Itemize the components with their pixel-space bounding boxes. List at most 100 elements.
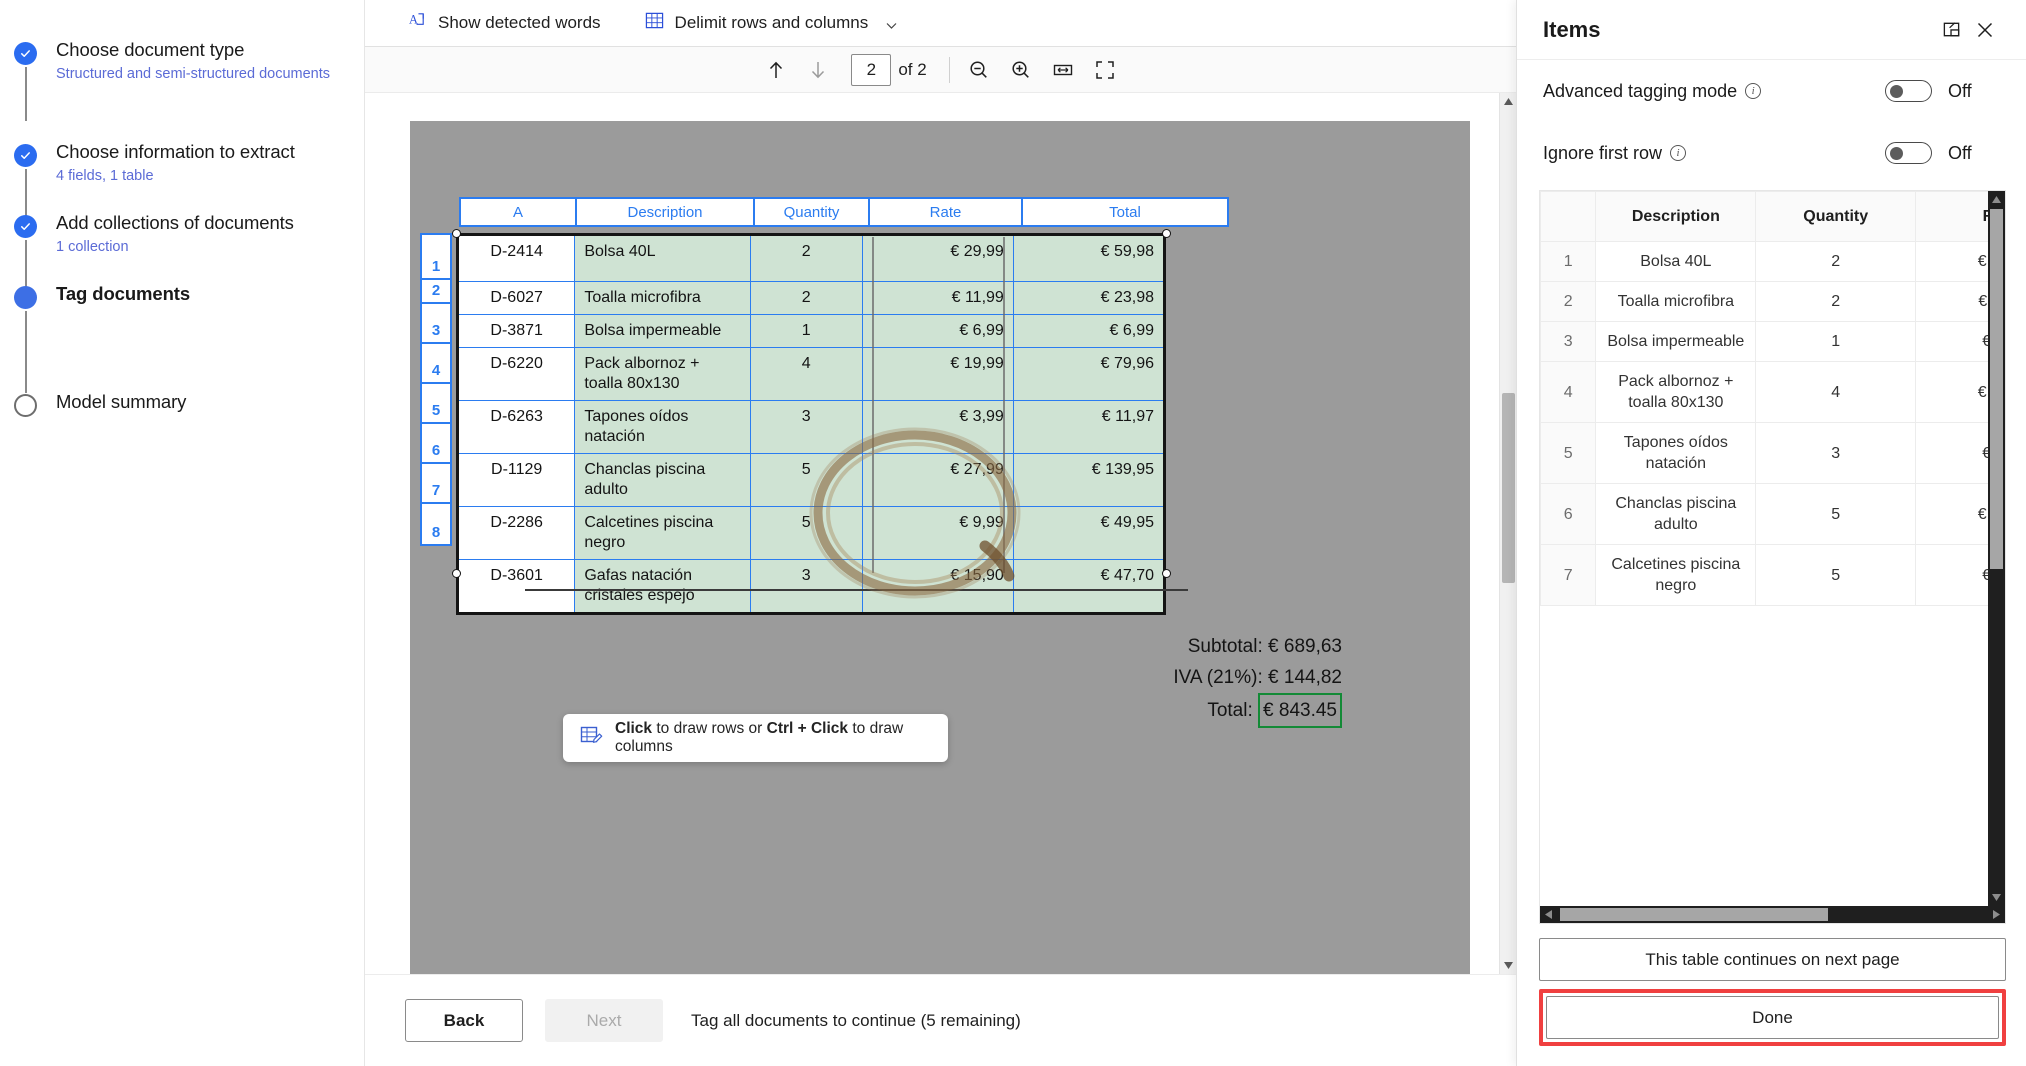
viewer-vertical-scrollbar[interactable] <box>1499 93 1516 974</box>
items-grid-scrollport[interactable]: Description Quantity Rat 1 Bolsa 40L 2 €… <box>1540 191 1988 906</box>
sidebar-step-choose-information-to-extract[interactable]: Choose information to extract 4 fields, … <box>0 140 364 187</box>
grid-cell-description[interactable]: Calcetines piscina negro <box>1596 545 1756 606</box>
table-row[interactable]: D-6263 Tapones oídos natación 3 € 3,99 €… <box>458 401 1165 454</box>
grid-cell-description[interactable]: Tapones oídos natación <box>1596 423 1756 484</box>
grid-cell-description[interactable]: Bolsa 40L <box>1596 242 1756 282</box>
table-resize-handle-bottom-left[interactable] <box>452 569 461 578</box>
cell-description[interactable]: Toalla microfibra <box>575 282 750 315</box>
cell-quantity[interactable]: 4 <box>750 348 862 401</box>
cell-total[interactable]: € 49,95 <box>1013 507 1164 560</box>
table-row[interactable]: D-3871 Bolsa impermeable 1 € 6,99 € 6,99 <box>458 315 1165 348</box>
cell-total[interactable]: € 11,97 <box>1013 401 1164 454</box>
table-row[interactable]: D-3601 Gafas natación cristales espejo 3… <box>458 560 1165 614</box>
cell-total[interactable]: € 47,70 <box>1013 560 1164 614</box>
table-row[interactable]: D-2414 Bolsa 40L 2 € 29,99 € 59,98 <box>458 235 1165 282</box>
table-resize-handle-bottom-right[interactable] <box>1162 569 1171 578</box>
items-grid-vertical-scrollbar[interactable] <box>1988 191 2005 906</box>
grid-scroll-left-arrow-icon[interactable] <box>1540 906 1557 923</box>
total-value-highlight[interactable]: € 843.45 <box>1258 693 1342 728</box>
cell-a[interactable]: D-3601 <box>458 560 575 614</box>
sidebar-step-add-collections-of-documents[interactable]: Add collections of documents 1 collectio… <box>0 211 364 258</box>
extracted-table[interactable]: D-2414 Bolsa 40L 2 € 29,99 € 59,98 D-602… <box>456 233 1166 615</box>
grid-cell-quantity[interactable]: 3 <box>1756 423 1916 484</box>
cell-a[interactable]: D-3871 <box>458 315 575 348</box>
cell-description[interactable]: Tapones oídos natación <box>575 401 750 454</box>
info-icon[interactable]: i <box>1745 83 1761 99</box>
info-icon[interactable]: i <box>1670 145 1686 161</box>
document-page[interactable]: A Description Quantity Rate Total 1 2 3 … <box>410 121 1470 974</box>
column-header-total[interactable]: Total <box>1021 197 1229 227</box>
cell-rate[interactable]: € 6,99 <box>862 315 1013 348</box>
sidebar-step-choose-document-type[interactable]: Choose document type Structured and semi… <box>0 38 364 114</box>
cell-quantity[interactable]: 5 <box>750 454 862 507</box>
cell-rate[interactable]: € 11,99 <box>862 282 1013 315</box>
cell-description[interactable]: Gafas natación cristales espejo <box>575 560 750 614</box>
table-row[interactable]: D-1129 Chanclas piscina adulto 5 € 27,99… <box>458 454 1165 507</box>
cell-total[interactable]: € 59,98 <box>1013 235 1164 282</box>
back-button[interactable]: Back <box>405 999 523 1042</box>
column-split-guide[interactable] <box>1003 237 1005 573</box>
cell-description[interactable]: Calcetines piscina negro <box>575 507 750 560</box>
items-grid[interactable]: Description Quantity Rat 1 Bolsa 40L 2 €… <box>1540 191 1988 606</box>
table-row[interactable]: D-2286 Calcetines piscina negro 5 € 9,99… <box>458 507 1165 560</box>
grid-cell-rate[interactable]: € 29, <box>1916 242 1988 282</box>
grid-cell-rate[interactable]: € 19, <box>1916 362 1988 423</box>
fit-page-button[interactable] <box>1084 53 1126 87</box>
grid-vertical-scrollbar-thumb[interactable] <box>1990 209 2003 569</box>
cell-total[interactable]: € 79,96 <box>1013 348 1164 401</box>
table-continues-next-page-button[interactable]: This table continues on next page <box>1539 938 2006 981</box>
grid-cell-quantity[interactable]: 2 <box>1756 282 1916 322</box>
zoom-out-button[interactable] <box>958 53 1000 87</box>
grid-scroll-down-arrow-icon[interactable] <box>1988 889 2005 906</box>
close-icon[interactable] <box>1968 13 2002 47</box>
grid-cell-description[interactable]: Pack albornoz + toalla 80x130 <box>1596 362 1756 423</box>
column-header-a[interactable]: A <box>459 197 577 227</box>
items-grid-row[interactable]: 2 Toalla microfibra 2 € 11, <box>1541 282 1989 322</box>
show-detected-words-button[interactable]: A Show detected words <box>395 5 614 41</box>
grid-cell-rate[interactable]: € 6, <box>1916 322 1988 362</box>
cell-total[interactable]: € 139,95 <box>1013 454 1164 507</box>
popout-icon[interactable] <box>1934 13 1968 47</box>
items-grid-row[interactable]: 7 Calcetines piscina negro 5 € 9, <box>1541 545 1989 606</box>
row-index[interactable]: 4 <box>420 342 452 384</box>
grid-scroll-right-arrow-icon[interactable] <box>1988 906 2005 923</box>
cell-description[interactable]: Bolsa 40L <box>575 235 750 282</box>
fit-width-button[interactable] <box>1042 53 1084 87</box>
items-grid-row[interactable]: 4 Pack albornoz + toalla 80x130 4 € 19, <box>1541 362 1989 423</box>
row-index[interactable]: 2 <box>420 278 452 304</box>
scroll-up-arrow-icon[interactable] <box>1500 93 1517 110</box>
sidebar-step-model-summary[interactable]: Model summary <box>0 390 364 414</box>
cell-a[interactable]: D-1129 <box>458 454 575 507</box>
zoom-in-button[interactable] <box>1000 53 1042 87</box>
grid-scroll-up-arrow-icon[interactable] <box>1988 191 2005 208</box>
table-resize-handle-top-left[interactable] <box>452 229 461 238</box>
grid-cell-quantity[interactable]: 5 <box>1756 484 1916 545</box>
row-index[interactable]: 1 <box>420 233 452 280</box>
cell-description[interactable]: Bolsa impermeable <box>575 315 750 348</box>
ignore-first-row-toggle[interactable] <box>1885 142 1932 164</box>
grid-horizontal-scrollbar-thumb[interactable] <box>1560 908 1828 921</box>
cell-quantity[interactable]: 3 <box>750 401 862 454</box>
grid-cell-description[interactable]: Chanclas piscina adulto <box>1596 484 1756 545</box>
grid-cell-description[interactable]: Bolsa impermeable <box>1596 322 1756 362</box>
advanced-tagging-mode-toggle[interactable] <box>1885 80 1932 102</box>
column-header-rate[interactable]: Rate <box>868 197 1023 227</box>
cell-a[interactable]: D-6220 <box>458 348 575 401</box>
column-header-quantity[interactable]: Quantity <box>753 197 870 227</box>
grid-cell-rate[interactable]: € 27, <box>1916 484 1988 545</box>
grid-cell-description[interactable]: Toalla microfibra <box>1596 282 1756 322</box>
cell-rate[interactable]: € 29,99 <box>862 235 1013 282</box>
previous-page-button[interactable] <box>755 53 797 87</box>
viewer-scrollbar-thumb[interactable] <box>1502 393 1515 583</box>
cell-a[interactable]: D-2414 <box>458 235 575 282</box>
items-grid-row[interactable]: 6 Chanclas piscina adulto 5 € 27, <box>1541 484 1989 545</box>
done-button[interactable]: Done <box>1546 996 1999 1039</box>
cell-description[interactable]: Pack albornoz + toalla 80x130 <box>575 348 750 401</box>
items-grid-row[interactable]: 5 Tapones oídos natación 3 € 3, <box>1541 423 1989 484</box>
row-index[interactable]: 8 <box>420 502 452 546</box>
row-index[interactable]: 6 <box>420 422 452 464</box>
row-index[interactable]: 7 <box>420 462 452 504</box>
grid-cell-rate[interactable]: € 3, <box>1916 423 1988 484</box>
grid-cell-quantity[interactable]: 1 <box>1756 322 1916 362</box>
page-number-input[interactable] <box>851 54 891 86</box>
